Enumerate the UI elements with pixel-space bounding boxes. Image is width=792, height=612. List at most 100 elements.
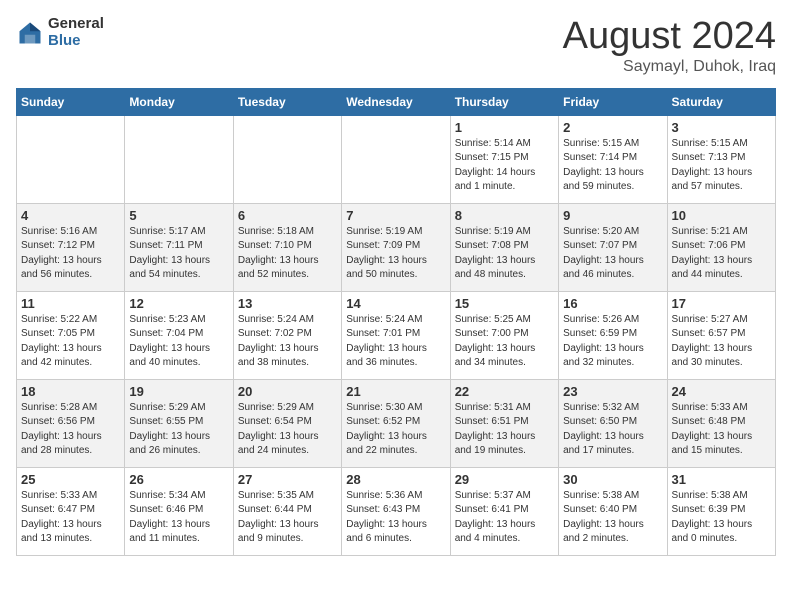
day-info: Sunrise: 5:31 AM Sunset: 6:51 PM Dayligh… bbox=[455, 401, 554, 459]
day-number: 28 bbox=[346, 472, 445, 487]
week-row-5: 25 Sunrise: 5:33 AM Sunset: 6:47 PM Dayli… bbox=[17, 467, 776, 555]
day-number: 16 bbox=[563, 296, 662, 311]
day-cell: 25 Sunrise: 5:33 AM Sunset: 6:47 PM Dayli… bbox=[17, 467, 125, 555]
day-cell: 3 Sunrise: 5:15 AM Sunset: 7:13 PM Daylig… bbox=[667, 115, 775, 203]
day-number: 3 bbox=[672, 120, 771, 135]
day-info: Sunrise: 5:29 AM Sunset: 6:55 PM Dayligh… bbox=[129, 401, 228, 459]
day-info: Sunrise: 5:17 AM Sunset: 7:11 PM Dayligh… bbox=[129, 225, 228, 283]
day-info: Sunrise: 5:22 AM Sunset: 7:05 PM Dayligh… bbox=[21, 313, 120, 371]
day-cell: 11 Sunrise: 5:22 AM Sunset: 7:05 PM Dayli… bbox=[17, 291, 125, 379]
day-cell bbox=[17, 115, 125, 203]
day-cell: 12 Sunrise: 5:23 AM Sunset: 7:04 PM Dayli… bbox=[125, 291, 233, 379]
day-number: 1 bbox=[455, 120, 554, 135]
day-info: Sunrise: 5:27 AM Sunset: 6:57 PM Dayligh… bbox=[672, 313, 771, 371]
day-info: Sunrise: 5:32 AM Sunset: 6:50 PM Dayligh… bbox=[563, 401, 662, 459]
day-number: 14 bbox=[346, 296, 445, 311]
day-number: 4 bbox=[21, 208, 120, 223]
day-info: Sunrise: 5:26 AM Sunset: 6:59 PM Dayligh… bbox=[563, 313, 662, 371]
week-row-1: 1 Sunrise: 5:14 AM Sunset: 7:15 PM Daylig… bbox=[17, 115, 776, 203]
week-row-4: 18 Sunrise: 5:28 AM Sunset: 6:56 PM Dayli… bbox=[17, 379, 776, 467]
week-row-3: 11 Sunrise: 5:22 AM Sunset: 7:05 PM Dayli… bbox=[17, 291, 776, 379]
day-number: 10 bbox=[672, 208, 771, 223]
day-cell bbox=[233, 115, 341, 203]
day-number: 12 bbox=[129, 296, 228, 311]
day-info: Sunrise: 5:19 AM Sunset: 7:09 PM Dayligh… bbox=[346, 225, 445, 283]
calendar-subtitle: Saymayl, Duhok, Iraq bbox=[563, 58, 776, 76]
day-cell: 1 Sunrise: 5:14 AM Sunset: 7:15 PM Daylig… bbox=[450, 115, 558, 203]
day-cell: 14 Sunrise: 5:24 AM Sunset: 7:01 PM Dayli… bbox=[342, 291, 450, 379]
day-number: 13 bbox=[238, 296, 337, 311]
day-cell: 2 Sunrise: 5:15 AM Sunset: 7:14 PM Daylig… bbox=[559, 115, 667, 203]
day-number: 23 bbox=[563, 384, 662, 399]
header-row: SundayMondayTuesdayWednesdayThursdayFrid… bbox=[17, 88, 776, 115]
calendar-table: SundayMondayTuesdayWednesdayThursdayFrid… bbox=[16, 88, 776, 556]
logo-general: General bbox=[48, 16, 104, 33]
day-cell: 10 Sunrise: 5:21 AM Sunset: 7:06 PM Dayli… bbox=[667, 203, 775, 291]
day-cell: 7 Sunrise: 5:19 AM Sunset: 7:09 PM Daylig… bbox=[342, 203, 450, 291]
day-info: Sunrise: 5:20 AM Sunset: 7:07 PM Dayligh… bbox=[563, 225, 662, 283]
day-info: Sunrise: 5:36 AM Sunset: 6:43 PM Dayligh… bbox=[346, 489, 445, 547]
day-cell: 31 Sunrise: 5:38 AM Sunset: 6:39 PM Dayli… bbox=[667, 467, 775, 555]
day-cell: 30Sunrise: 5:38 AM Sunset: 6:40 PM Dayli… bbox=[559, 467, 667, 555]
day-info: Sunrise: 5:23 AM Sunset: 7:04 PM Dayligh… bbox=[129, 313, 228, 371]
day-info: Sunrise: 5:35 AM Sunset: 6:44 PM Dayligh… bbox=[238, 489, 337, 547]
day-info: Sunrise: 5:34 AM Sunset: 6:46 PM Dayligh… bbox=[129, 489, 228, 547]
day-info: Sunrise: 5:14 AM Sunset: 7:15 PM Dayligh… bbox=[455, 137, 554, 195]
column-header-friday: Friday bbox=[559, 88, 667, 115]
day-number: 29 bbox=[455, 472, 554, 487]
day-number: 19 bbox=[129, 384, 228, 399]
day-number: 11 bbox=[21, 296, 120, 311]
day-number: 7 bbox=[346, 208, 445, 223]
day-number: 20 bbox=[238, 384, 337, 399]
day-cell: 23 Sunrise: 5:32 AM Sunset: 6:50 PM Dayli… bbox=[559, 379, 667, 467]
day-number: 22 bbox=[455, 384, 554, 399]
column-header-thursday: Thursday bbox=[450, 88, 558, 115]
day-info: Sunrise: 5:30 AM Sunset: 6:52 PM Dayligh… bbox=[346, 401, 445, 459]
logo-blue: Blue bbox=[48, 33, 104, 50]
day-cell: 4 Sunrise: 5:16 AM Sunset: 7:12 PM Daylig… bbox=[17, 203, 125, 291]
logo-icon bbox=[16, 19, 44, 47]
day-cell: 8Sunrise: 5:19 AM Sunset: 7:08 PM Daylig… bbox=[450, 203, 558, 291]
day-number: 5 bbox=[129, 208, 228, 223]
day-number: 17 bbox=[672, 296, 771, 311]
day-info: Sunrise: 5:24 AM Sunset: 7:01 PM Dayligh… bbox=[346, 313, 445, 371]
day-info: Sunrise: 5:21 AM Sunset: 7:06 PM Dayligh… bbox=[672, 225, 771, 283]
day-info: Sunrise: 5:29 AM Sunset: 6:54 PM Dayligh… bbox=[238, 401, 337, 459]
day-cell: 29 Sunrise: 5:37 AM Sunset: 6:41 PM Dayli… bbox=[450, 467, 558, 555]
day-number: 9 bbox=[563, 208, 662, 223]
day-cell bbox=[125, 115, 233, 203]
title-block: August 2024 Saymayl, Duhok, Iraq bbox=[563, 16, 776, 76]
day-cell: 18 Sunrise: 5:28 AM Sunset: 6:56 PM Dayli… bbox=[17, 379, 125, 467]
day-cell: 27 Sunrise: 5:35 AM Sunset: 6:44 PM Dayli… bbox=[233, 467, 341, 555]
day-info: Sunrise: 5:19 AM Sunset: 7:08 PM Dayligh… bbox=[455, 225, 554, 283]
day-cell: 28 Sunrise: 5:36 AM Sunset: 6:43 PM Dayli… bbox=[342, 467, 450, 555]
day-number: 25 bbox=[21, 472, 120, 487]
day-info: Sunrise: 5:38 AM Sunset: 6:39 PM Dayligh… bbox=[672, 489, 771, 547]
column-header-wednesday: Wednesday bbox=[342, 88, 450, 115]
day-number: 31 bbox=[672, 472, 771, 487]
day-cell: 16 Sunrise: 5:26 AM Sunset: 6:59 PM Dayli… bbox=[559, 291, 667, 379]
day-info: Sunrise: 5:16 AM Sunset: 7:12 PM Dayligh… bbox=[21, 225, 120, 283]
day-cell: 6Sunrise: 5:18 AM Sunset: 7:10 PM Daylig… bbox=[233, 203, 341, 291]
column-header-sunday: Sunday bbox=[17, 88, 125, 115]
day-cell bbox=[342, 115, 450, 203]
day-number: 24 bbox=[672, 384, 771, 399]
day-number: 30 bbox=[563, 472, 662, 487]
calendar-title: August 2024 bbox=[563, 16, 776, 58]
day-number: 15 bbox=[455, 296, 554, 311]
day-info: Sunrise: 5:28 AM Sunset: 6:56 PM Dayligh… bbox=[21, 401, 120, 459]
day-cell: 19 Sunrise: 5:29 AM Sunset: 6:55 PM Dayli… bbox=[125, 379, 233, 467]
day-info: Sunrise: 5:15 AM Sunset: 7:13 PM Dayligh… bbox=[672, 137, 771, 195]
day-number: 2 bbox=[563, 120, 662, 135]
day-info: Sunrise: 5:25 AM Sunset: 7:00 PM Dayligh… bbox=[455, 313, 554, 371]
day-cell: 21Sunrise: 5:30 AM Sunset: 6:52 PM Dayli… bbox=[342, 379, 450, 467]
day-info: Sunrise: 5:33 AM Sunset: 6:48 PM Dayligh… bbox=[672, 401, 771, 459]
day-number: 27 bbox=[238, 472, 337, 487]
day-cell: 26Sunrise: 5:34 AM Sunset: 6:46 PM Dayli… bbox=[125, 467, 233, 555]
day-info: Sunrise: 5:37 AM Sunset: 6:41 PM Dayligh… bbox=[455, 489, 554, 547]
day-number: 18 bbox=[21, 384, 120, 399]
day-info: Sunrise: 5:33 AM Sunset: 6:47 PM Dayligh… bbox=[21, 489, 120, 547]
day-info: Sunrise: 5:15 AM Sunset: 7:14 PM Dayligh… bbox=[563, 137, 662, 195]
week-row-2: 4 Sunrise: 5:16 AM Sunset: 7:12 PM Daylig… bbox=[17, 203, 776, 291]
day-number: 6 bbox=[238, 208, 337, 223]
